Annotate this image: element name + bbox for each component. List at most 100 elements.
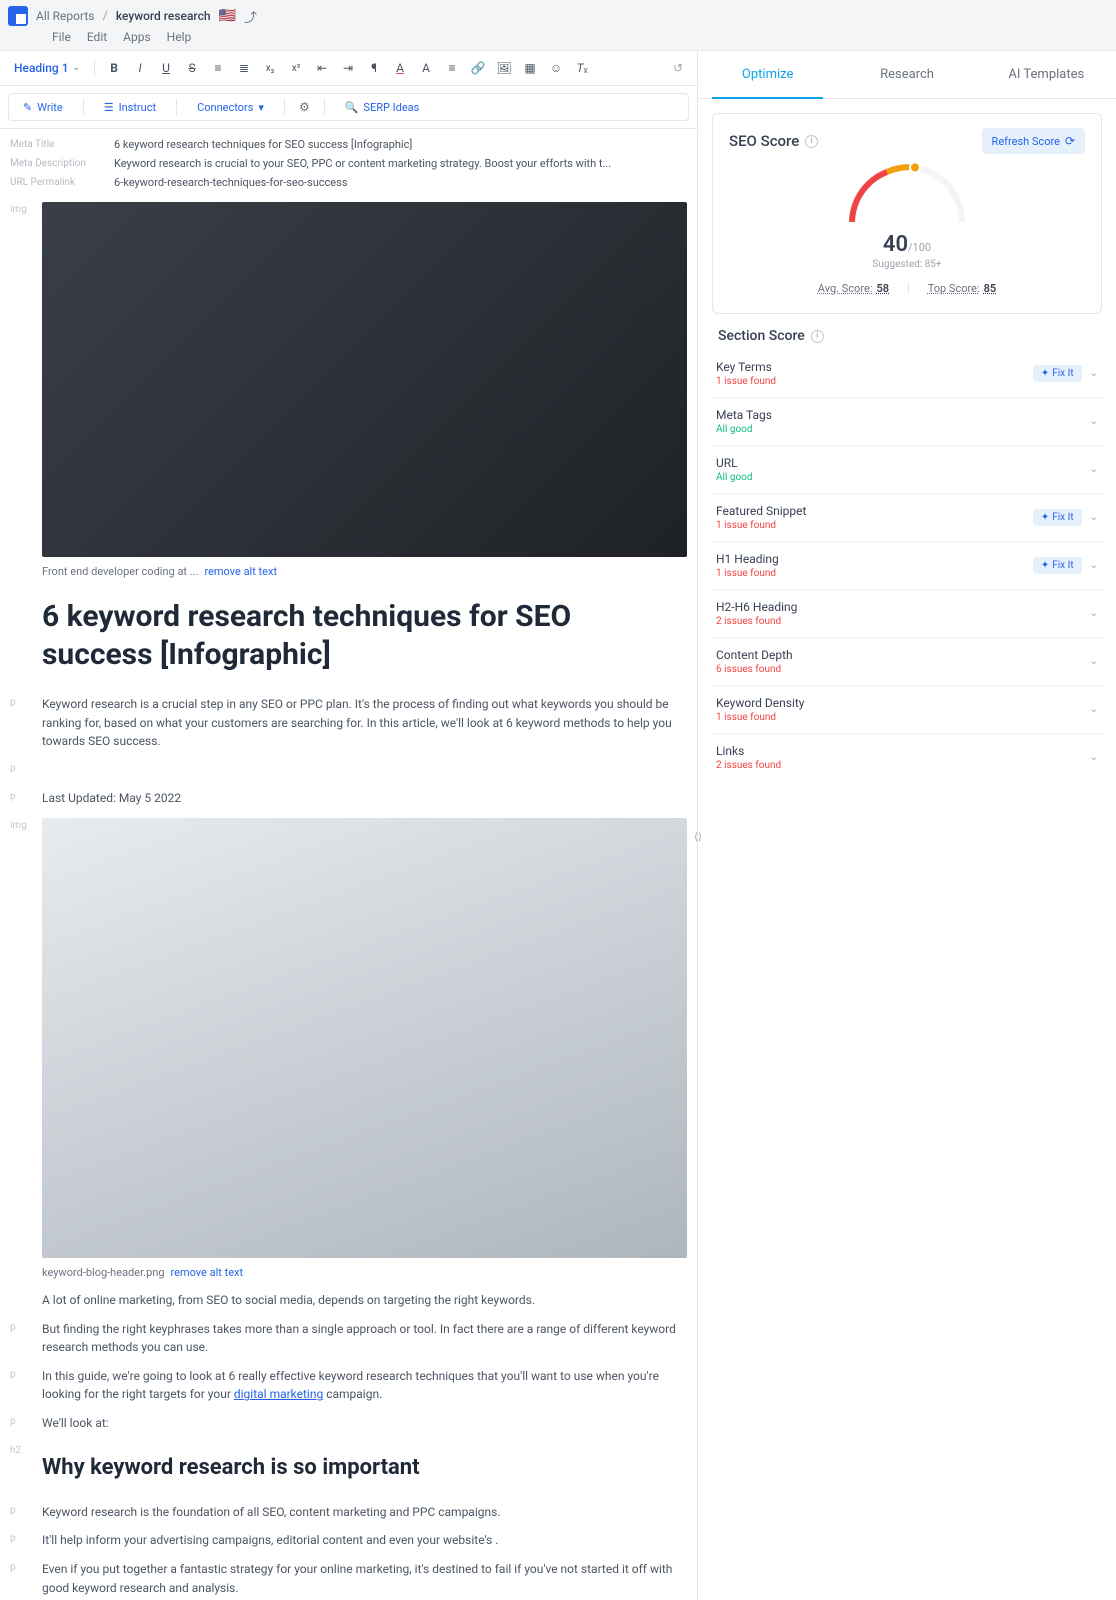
strike-button[interactable]: S xyxy=(181,57,203,79)
refresh-score-label: Refresh Score xyxy=(992,135,1060,148)
paragraph[interactable]: In this guide, we're going to look at 6 … xyxy=(42,1367,687,1404)
paragraph[interactable]: We'll look at: xyxy=(42,1414,687,1433)
paragraph[interactable]: Even if you put together a fantastic str… xyxy=(42,1560,687,1597)
seo-gauge xyxy=(837,162,977,232)
top-score-value: 85 xyxy=(984,282,997,295)
menu-edit[interactable]: Edit xyxy=(87,30,107,44)
section-status: All good xyxy=(716,472,1082,483)
digital-marketing-link[interactable]: digital marketing xyxy=(234,1387,323,1401)
avg-score-label: Avg. Score: xyxy=(818,282,873,295)
connectors-button[interactable]: Connectors▾ xyxy=(187,97,274,118)
serp-ideas-button[interactable]: 🔍SERP Ideas xyxy=(335,97,430,118)
paragraph[interactable]: It'll help inform your advertising campa… xyxy=(42,1531,687,1550)
menu-help[interactable]: Help xyxy=(167,30,192,44)
content-image-1[interactable] xyxy=(42,202,687,557)
section-row[interactable]: H1 Heading1 issue found✦Fix It⌄ xyxy=(710,542,1104,590)
locale-flag[interactable]: 🇺🇸 xyxy=(219,8,236,24)
meta-title-value[interactable]: 6 keyword research techniques for SEO su… xyxy=(114,138,412,151)
meta-perma-value[interactable]: 6-keyword-research-techniques-for-seo-su… xyxy=(114,176,348,189)
paragraph[interactable]: But finding the right keyphrases takes m… xyxy=(42,1320,687,1357)
fix-it-button[interactable]: ✦Fix It xyxy=(1033,365,1082,382)
section-name: H2-H6 Heading xyxy=(716,600,1082,614)
meta-desc-label: Meta Description xyxy=(10,157,102,170)
menu-file[interactable]: File xyxy=(52,30,71,44)
indent-button[interactable]: ⇥ xyxy=(337,57,359,79)
split-handle[interactable]: ⟨⟩ xyxy=(692,826,704,850)
remove-alt-text-1[interactable]: remove alt text xyxy=(204,563,277,580)
remove-alt-text-2[interactable]: remove alt text xyxy=(171,1264,244,1281)
chevron-down-icon: ⌄ xyxy=(1090,656,1098,667)
chevron-down-icon: ⌄ xyxy=(1090,704,1098,715)
paragraph-empty[interactable] xyxy=(42,761,687,780)
paragraph[interactable]: Keyword research is the foundation of al… xyxy=(42,1503,687,1522)
instruct-button[interactable]: ☰Instruct xyxy=(94,97,166,118)
superscript-button[interactable]: x² xyxy=(285,57,307,79)
subscript-button[interactable]: x₂ xyxy=(259,57,281,79)
info-icon[interactable]: i xyxy=(811,330,824,343)
image-button[interactable]: 🖼 xyxy=(493,57,515,79)
breadcrumb-all[interactable]: All Reports xyxy=(36,9,94,23)
section-row[interactable]: H2-H6 Heading2 issues found⌄ xyxy=(710,590,1104,638)
section-row[interactable]: Key Terms1 issue found✦Fix It⌄ xyxy=(710,350,1104,398)
paragraph-updated[interactable]: Last Updated: May 5 2022 xyxy=(42,789,687,808)
tab-optimize[interactable]: Optimize xyxy=(698,51,837,98)
outdent-button[interactable]: ⇤ xyxy=(311,57,333,79)
breadcrumb-current: keyword research xyxy=(116,9,211,23)
paragraph-button[interactable]: ¶ xyxy=(363,57,385,79)
tab-ai[interactable]: AI Templates xyxy=(977,51,1116,98)
section-name: Links xyxy=(716,744,1082,758)
clear-format-button[interactable]: Tₓ xyxy=(571,57,593,79)
section-row[interactable]: Featured Snippet1 issue found✦Fix It⌄ xyxy=(710,494,1104,542)
heading-select[interactable]: Heading 1 ⌄ xyxy=(8,58,86,78)
section-status: All good xyxy=(716,424,1082,435)
fix-it-label: Fix It xyxy=(1052,560,1073,571)
write-button[interactable]: ✎Write xyxy=(13,97,73,118)
menu-apps[interactable]: Apps xyxy=(123,30,151,44)
table-button[interactable]: ▦ xyxy=(519,57,541,79)
emoji-button[interactable]: ☺ xyxy=(545,57,567,79)
paragraph[interactable]: Keyword research is a crucial step in an… xyxy=(42,695,687,751)
highlight-button[interactable]: A xyxy=(415,57,437,79)
section-row[interactable]: URLAll good⌄ xyxy=(710,446,1104,494)
italic-button[interactable]: I xyxy=(129,57,151,79)
meta-perma-label: URL Permalink xyxy=(10,176,102,189)
ordered-list-button[interactable]: ≡ xyxy=(207,57,229,79)
underline-button[interactable]: U xyxy=(155,57,177,79)
tab-research[interactable]: Research xyxy=(837,51,976,98)
meta-desc-value[interactable]: Keyword research is crucial to your SEO,… xyxy=(114,157,611,170)
serp-ideas-label: SERP Ideas xyxy=(363,101,419,114)
text-color-button[interactable]: A xyxy=(389,57,411,79)
link-button[interactable]: 🔗 xyxy=(467,57,489,79)
refresh-score-button[interactable]: Refresh Score ⟳ xyxy=(982,128,1085,154)
section-row[interactable]: Links2 issues found⌄ xyxy=(710,734,1104,781)
fix-it-button[interactable]: ✦Fix It xyxy=(1033,557,1082,574)
gutter-tag: p xyxy=(10,1414,32,1433)
fix-it-button[interactable]: ✦Fix It xyxy=(1033,509,1082,526)
gutter-tag: p xyxy=(10,1531,32,1550)
avg-score-value: 58 xyxy=(876,282,889,295)
sparkle-icon: ✦ xyxy=(1041,560,1049,571)
doc-h2[interactable]: Why keyword research is so important xyxy=(42,1451,687,1485)
history-icon[interactable]: ↺ xyxy=(667,57,689,79)
seo-suggested: Suggested: 85+ xyxy=(729,259,1085,270)
app-logo[interactable] xyxy=(8,6,28,26)
chevron-down-icon: ⌄ xyxy=(1090,368,1098,379)
content-image-2[interactable] xyxy=(42,818,687,1258)
share-icon[interactable]: ⤴ xyxy=(244,7,257,26)
bold-button[interactable]: B xyxy=(103,57,125,79)
unordered-list-button[interactable]: ≣ xyxy=(233,57,255,79)
info-icon[interactable]: i xyxy=(805,135,818,148)
section-row[interactable]: Meta TagsAll good⌄ xyxy=(710,398,1104,446)
doc-h1[interactable]: 6 keyword research techniques for SEO su… xyxy=(42,598,687,673)
section-status: 2 issues found xyxy=(716,616,1082,627)
gutter-tag: p xyxy=(10,695,32,751)
section-name: Key Terms xyxy=(716,360,1025,374)
ai-chipbar: ✎Write ☰Instruct Connectors▾ ⚙ 🔍SERP Ide… xyxy=(8,93,689,121)
paragraph[interactable]: A lot of online marketing, from SEO to s… xyxy=(42,1291,687,1310)
section-row[interactable]: Keyword Density1 issue found⌄ xyxy=(710,686,1104,734)
section-row[interactable]: Content Depth6 issues found⌄ xyxy=(710,638,1104,686)
section-name: Meta Tags xyxy=(716,408,1082,422)
align-button[interactable]: ≡ xyxy=(441,57,463,79)
gutter-tag: p xyxy=(10,1503,32,1522)
gear-icon[interactable]: ⚙ xyxy=(295,100,314,114)
